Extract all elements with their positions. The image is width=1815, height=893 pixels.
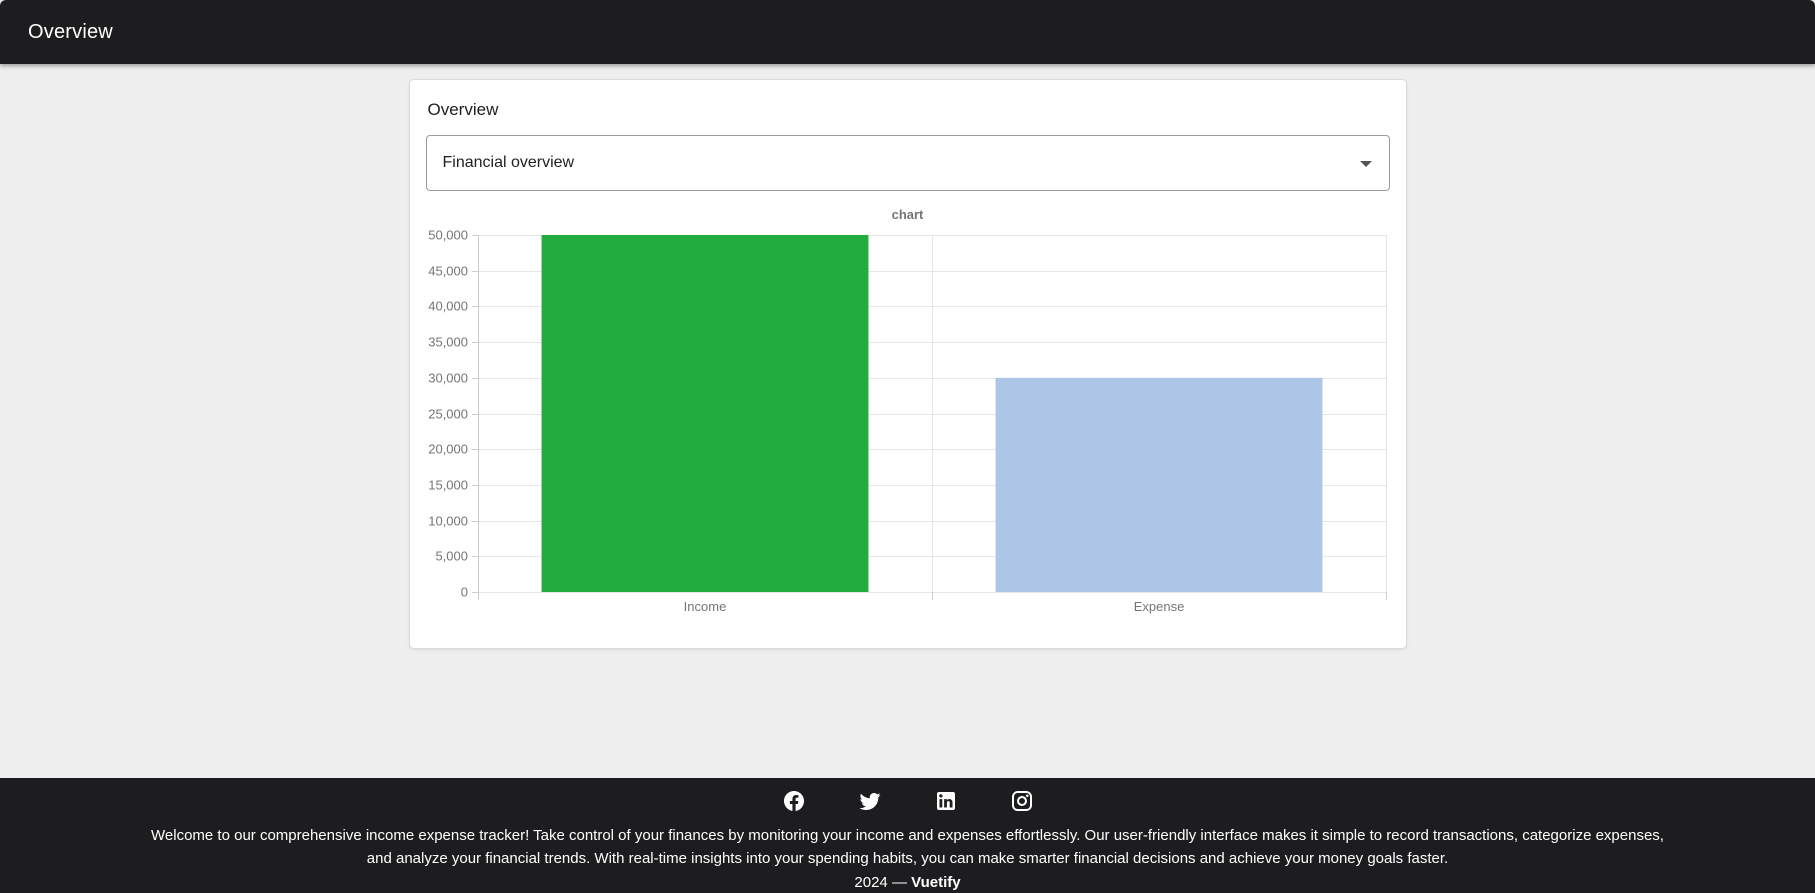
svg-text:35,000: 35,000 [428,335,468,350]
copyright-year: 2024 — [854,874,907,891]
app-bar: Overview [0,0,1815,64]
svg-text:15,000: 15,000 [428,478,468,493]
svg-text:25,000: 25,000 [428,407,468,422]
twitter-button[interactable] [850,782,890,822]
card-title: Overview [427,100,499,119]
footer-description: Welcome to our comprehensive income expe… [151,827,1664,867]
financial-overview-select[interactable]: Financial overview [425,135,1390,191]
bar-chart-svg: 0 5,000 10,000 15,000 20,000 25,000 30,000 35,0… [428,228,1387,614]
svg-text:5,000: 5,000 [435,549,468,564]
social-icons-row [0,782,1815,822]
bar-income[interactable] [541,235,868,592]
facebook-button[interactable] [774,782,814,822]
dropdown-arrow-icon [1359,161,1372,167]
svg-text:Expense: Expense [1133,599,1184,614]
linkedin-button[interactable] [926,782,966,822]
footer-copyright: 2024 — Vuetify [0,872,1815,893]
select-value: Financial overview [442,154,575,171]
chart-title: chart [891,207,924,222]
svg-text:10,000: 10,000 [428,514,468,529]
svg-text:Income: Income [683,599,726,614]
main-content: Overview Financial overview chart 0 5,000… [0,64,1815,778]
overview-card: Overview Financial overview chart 0 5,000… [408,79,1407,649]
facebook-icon [782,789,806,816]
footer: Welcome to our comprehensive income expe… [0,778,1815,893]
bar-chart: 0 5,000 10,000 15,000 20,000 25,000 30,000 35,0… [426,227,1392,632]
svg-text:45,000: 45,000 [428,264,468,279]
svg-text:50,000: 50,000 [428,228,468,243]
chart: chart 0 5,000 10,000 15,000 20,000 25,000 30,0… [426,207,1390,632]
instagram-button[interactable] [1002,782,1042,822]
twitter-icon [858,789,882,816]
instagram-icon [1010,789,1034,816]
svg-text:30,000: 30,000 [428,371,468,386]
svg-text:20,000: 20,000 [428,442,468,457]
linkedin-icon [934,789,958,816]
app-bar-title: Overview [28,20,113,43]
bar-expense[interactable] [995,377,1322,592]
svg-text:0: 0 [460,585,467,600]
svg-text:40,000: 40,000 [428,299,468,314]
brand-name: Vuetify [911,874,961,891]
